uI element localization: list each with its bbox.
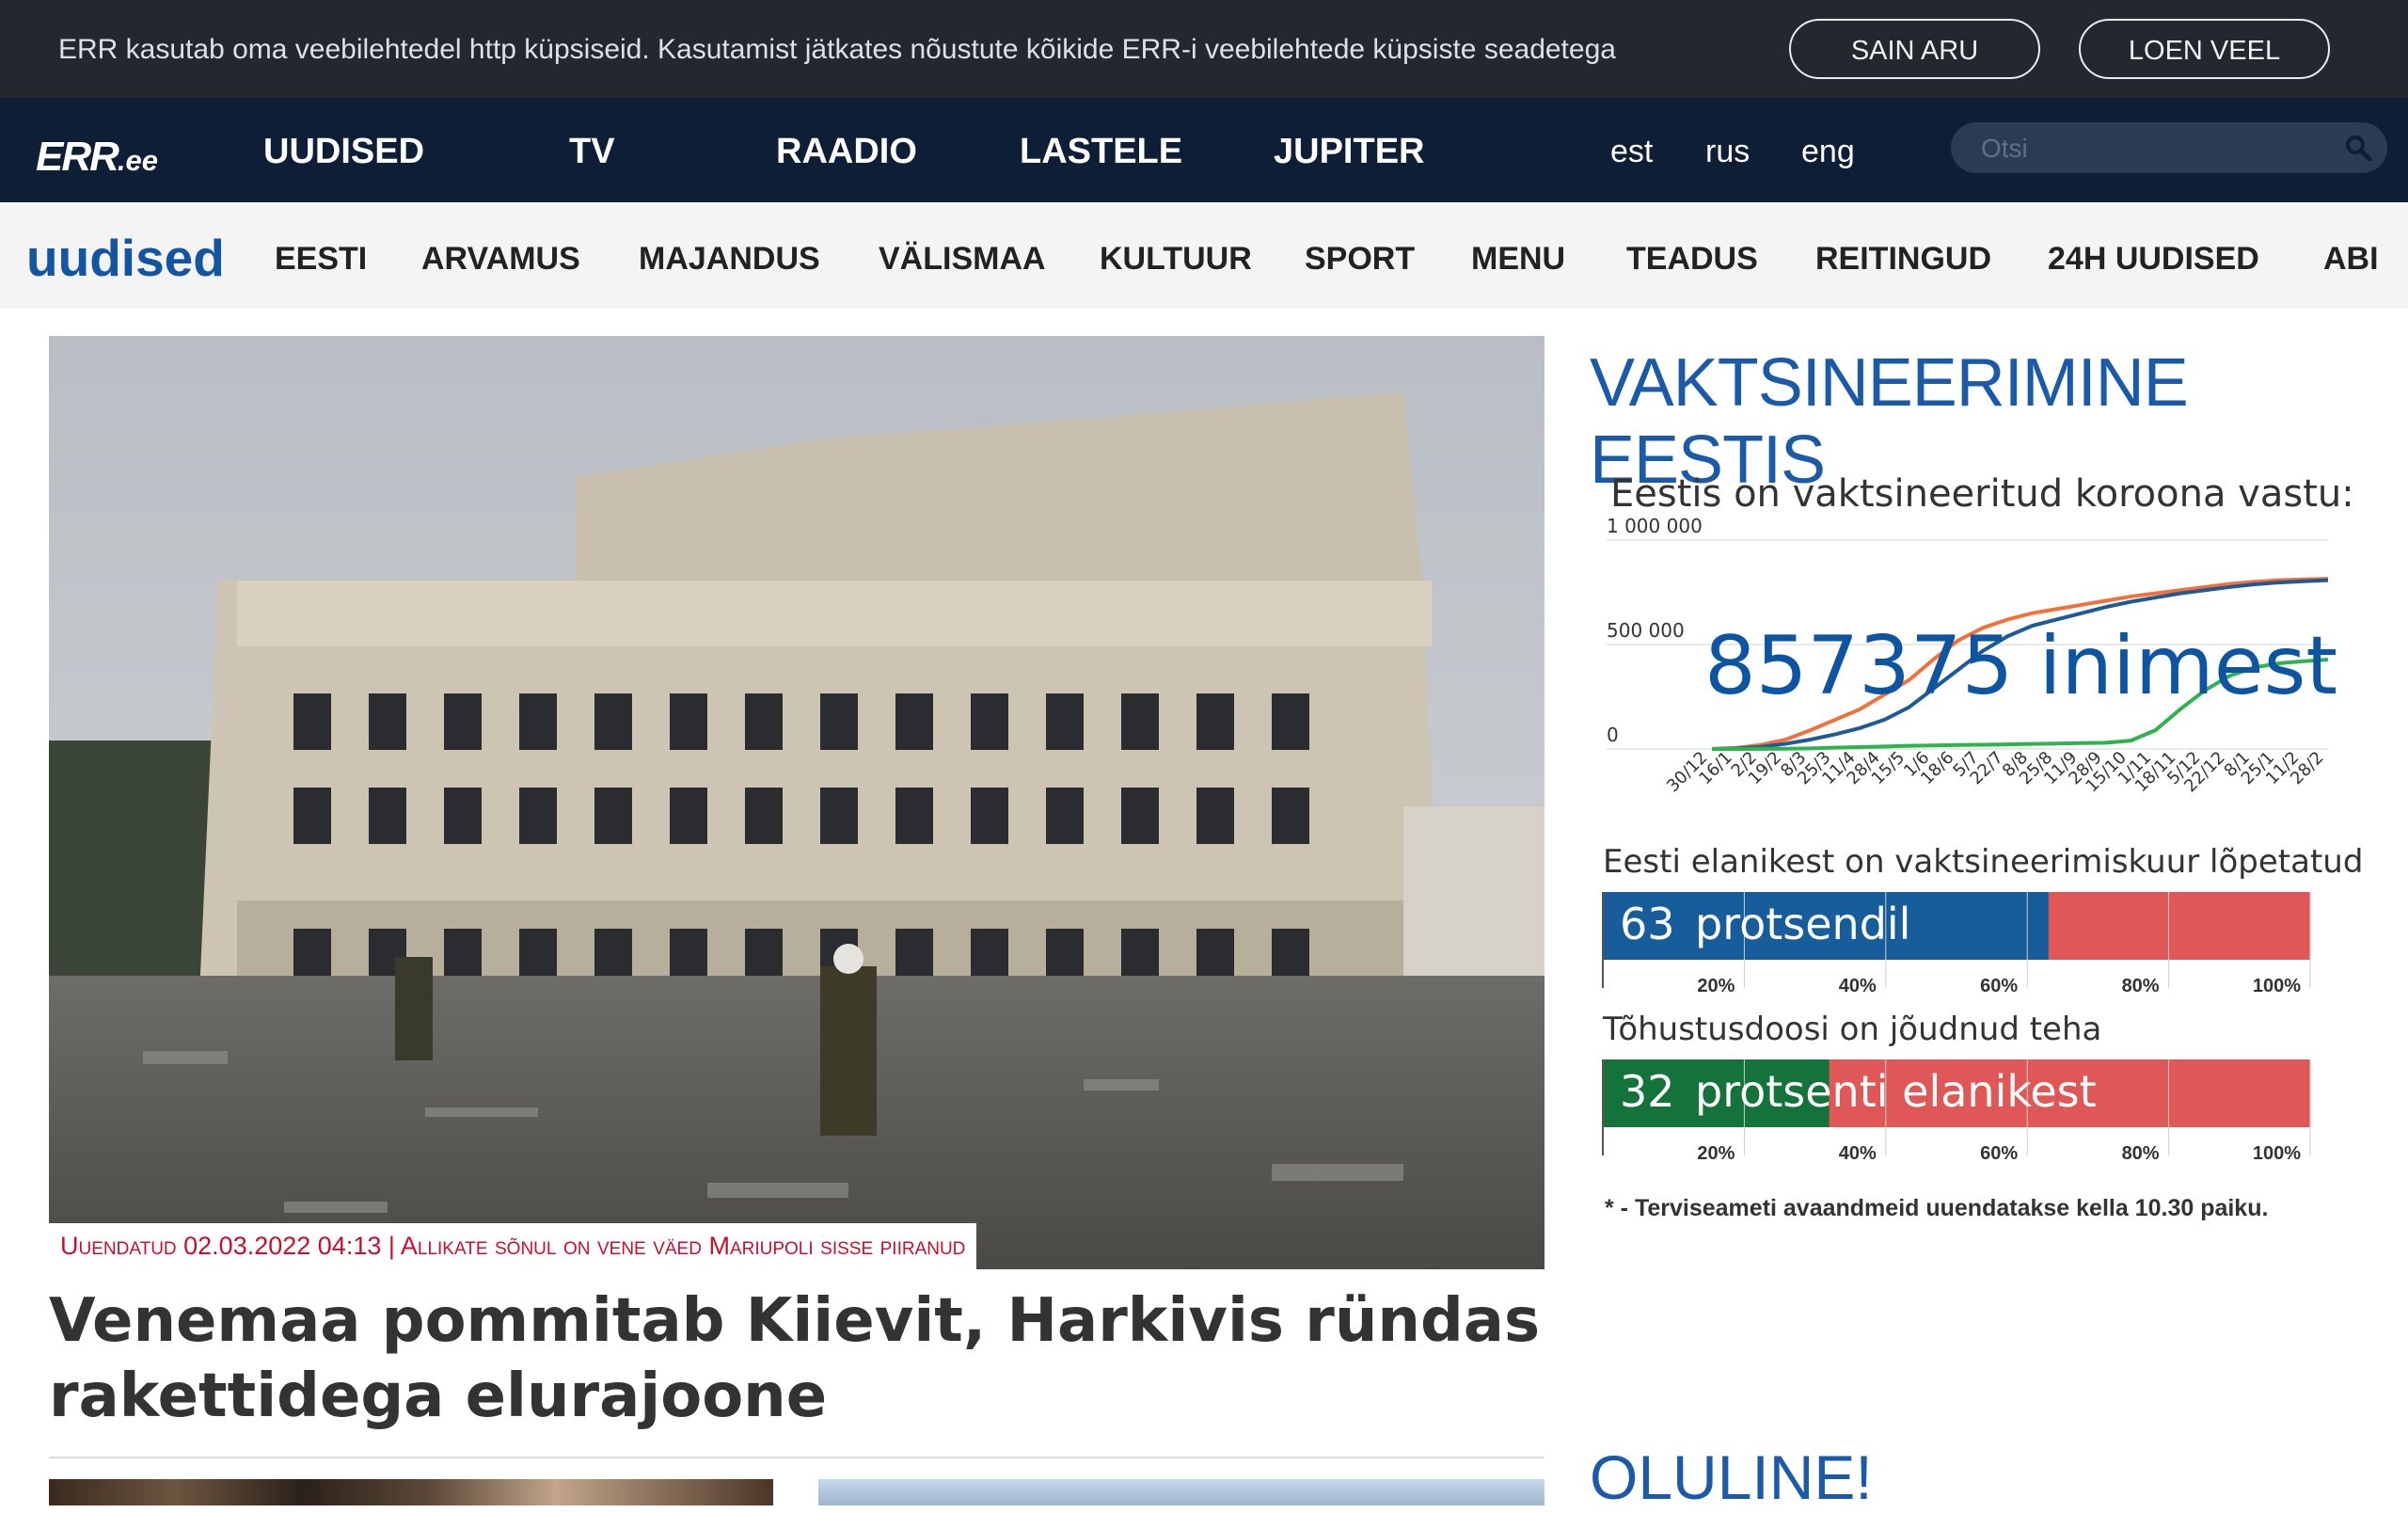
section-menu[interactable]: MENU	[1471, 241, 1565, 278]
main-headline[interactable]: Venemaa pommitab Kiievit, Harkivis ründa…	[49, 1283, 1545, 1434]
bar-tick-label: 40%	[1839, 1143, 1877, 1164]
cookie-banner: ERR kasutab oma veebilehtedel http küpsi…	[0, 0, 2408, 98]
lang-est[interactable]: est	[1610, 134, 1653, 170]
count-number: 857375	[1704, 619, 2014, 713]
accept-cookies-button[interactable]: SAIN ARU	[1789, 19, 2040, 79]
bar-unit-label: protsendil	[1695, 899, 1910, 949]
oluline-heading: OLULINE!	[1590, 1442, 1873, 1512]
logo-suffix: .ee	[117, 144, 159, 177]
nav-item-uudised[interactable]: UUDISED	[263, 132, 424, 172]
nav-item-tv[interactable]: TV	[569, 132, 615, 172]
vaccinated-count: 857375 inimest	[1704, 619, 2337, 713]
article-thumbnail[interactable]	[818, 1479, 1545, 1505]
err-logo[interactable]: ERR.ee	[36, 134, 158, 181]
bar-value-label: 63	[1620, 899, 1675, 949]
article-thumbnail[interactable]	[49, 1479, 773, 1505]
hero-image[interactable]	[49, 336, 1545, 1269]
section-abi[interactable]: ABI	[2323, 241, 2379, 278]
bar-unit-label: protsenti elanikest	[1695, 1066, 2097, 1117]
section-eesti[interactable]: EESTI	[275, 241, 367, 278]
bar-tick-label: 80%	[2122, 976, 2160, 996]
uudised-brand[interactable]: uudised	[26, 228, 225, 288]
section-teadus[interactable]: TEADUS	[1626, 241, 1758, 278]
y-tick-label: 1 000 000	[1607, 518, 1703, 537]
y-tick-label: 0	[1607, 724, 1619, 746]
bar1-label: Eesti elanikest on vaktsineerimiskuur lõ…	[1603, 843, 2364, 881]
section-24h-uudised[interactable]: 24H UUDISED	[2048, 241, 2259, 278]
logo-main: ERR	[36, 134, 119, 180]
y-tick-label: 500 000	[1607, 619, 1685, 642]
vaccination-subtitle: Eestis on vaktsineeritud koroona vastu:	[1610, 472, 2354, 516]
divider	[49, 1457, 1545, 1458]
count-unit: inimest	[2038, 619, 2338, 713]
bar-value-label: 32	[1620, 1066, 1675, 1117]
nav-item-lastele[interactable]: LASTELE	[1020, 132, 1182, 172]
lang-eng[interactable]: eng	[1801, 134, 1855, 170]
bar-tick-label: 60%	[1980, 976, 2018, 996]
bar-tick-label: 40%	[1839, 976, 1877, 996]
article-update-caption[interactable]: Uuendatud 02.03.2022 04:13 | Allikate sõ…	[49, 1223, 977, 1269]
search-icon[interactable]	[2344, 134, 2372, 162]
bar-tick-label: 100%	[2253, 976, 2301, 996]
damaged-building-photo	[49, 336, 1545, 1269]
bar-tick-label: 100%	[2253, 1143, 2301, 1164]
section-arvamus[interactable]: ARVAMUS	[421, 241, 580, 278]
data-update-note: * - Terviseameti avaandmeid uuendatakse …	[1605, 1195, 2269, 1221]
nav-item-raadio[interactable]: RAADIO	[776, 132, 917, 172]
section-majandus[interactable]: MAJANDUS	[639, 241, 820, 278]
bar-tick-label: 20%	[1697, 1143, 1735, 1164]
section-reitingud[interactable]: REITINGUD	[1815, 241, 1991, 278]
lang-rus[interactable]: rus	[1705, 134, 1750, 170]
booster-dose-bar: 20% 40% 60% 80% 100% 32 protsenti elanikest	[1602, 1059, 2311, 1164]
section-sport[interactable]: SPORT	[1305, 241, 1415, 278]
section-valismaa[interactable]: VÄLISMAA	[879, 241, 1046, 278]
cookie-text: ERR kasutab oma veebilehtedel http küpsi…	[58, 34, 1616, 65]
bar2-label: Tõhustusdoosi on jõudnud teha	[1603, 1011, 2102, 1048]
bar-tick-label: 60%	[1980, 1143, 2018, 1164]
section-kultuur[interactable]: KULTUUR	[1100, 241, 1252, 278]
completed-vaccination-bar: 20% 40% 60% 80% 100% 63 protsendil	[1602, 892, 2311, 996]
read-more-button[interactable]: LOEN VEEL	[2079, 19, 2330, 79]
bar-tick-label: 20%	[1697, 976, 1735, 996]
search-box	[1951, 122, 2387, 173]
bar-tick-label: 80%	[2122, 1143, 2160, 1164]
nav-item-jupiter[interactable]: JUPITER	[1274, 132, 1424, 172]
search-input[interactable]	[1979, 130, 2340, 167]
